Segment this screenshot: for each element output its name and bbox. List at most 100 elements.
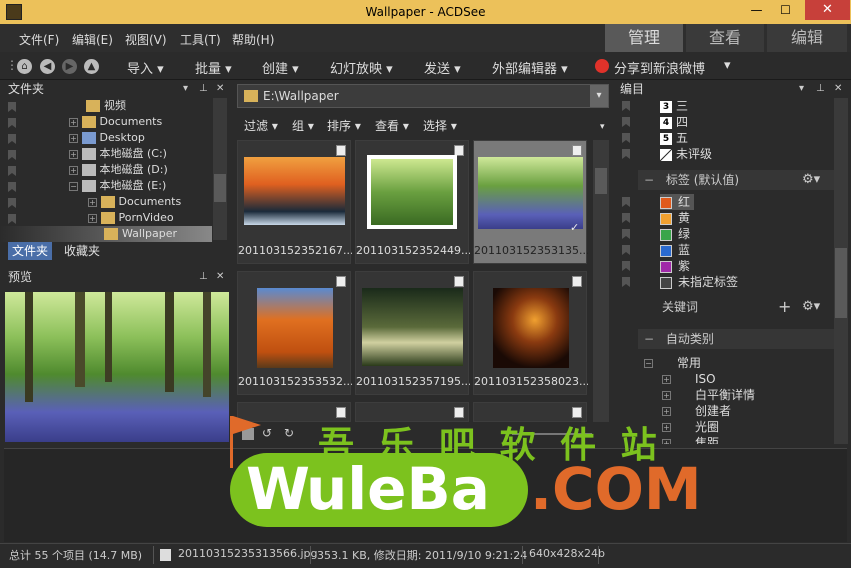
folder-icon	[86, 100, 100, 112]
mode-manage-tab[interactable]: 管理	[605, 24, 683, 52]
auto-item-focal[interactable]: + 焦距	[662, 435, 719, 444]
label-item-blue[interactable]: 蓝	[660, 242, 690, 258]
maximize-button[interactable]: ☐	[772, 0, 799, 20]
folder-scroll-thumb[interactable]	[214, 174, 226, 202]
rotate-right-icon[interactable]: ↻	[284, 426, 294, 440]
thumbnail[interactable]: 201103152353532...	[237, 271, 352, 395]
label-item-unassigned[interactable]: 未指定标签	[660, 274, 738, 290]
thumbnail[interactable]: 201103152352449...	[355, 140, 470, 264]
up-icon[interactable]: ▲	[84, 59, 99, 74]
home-icon[interactable]: ⌂	[17, 59, 32, 74]
close-button[interactable]: ✕	[805, 0, 850, 20]
file-icon	[336, 276, 346, 287]
labels-section-header[interactable]: − 标签 (默认值) ⚙▾	[638, 170, 835, 190]
minimize-button[interactable]: —	[743, 0, 770, 20]
auto-item-whitebalance[interactable]: + 白平衡详情	[662, 387, 755, 403]
menu-view[interactable]: 视图(V)	[125, 31, 167, 48]
watermark-logo-com: .COM	[530, 455, 702, 523]
path-bar[interactable]: E:\Wallpaper ▾	[237, 84, 609, 108]
group-menu[interactable]: 组 ▾	[292, 117, 314, 134]
filter-menu[interactable]: 过滤 ▾	[244, 117, 278, 134]
app-icon[interactable]	[6, 4, 22, 20]
thumbnail-selected[interactable]: ✓ 201103152353135...	[473, 140, 588, 264]
send-menu[interactable]: 发送 ▾	[424, 58, 461, 77]
folder-icon	[104, 228, 118, 240]
tab-favorites[interactable]: 收藏夹	[60, 242, 104, 260]
create-menu[interactable]: 创建 ▾	[262, 58, 299, 77]
folder-scrollbar[interactable]	[213, 98, 227, 240]
gear-icon[interactable]: ⚙▾	[802, 297, 820, 317]
tree-item-documents[interactable]: + Documents	[69, 114, 162, 130]
tree-item-wallpaper[interactable]: Wallpaper	[0, 226, 212, 242]
menu-help[interactable]: 帮助(H)	[232, 31, 274, 48]
pin-icon[interactable]: ⊥	[199, 268, 208, 286]
file-icon	[572, 276, 582, 287]
drive-icon	[81, 164, 96, 176]
browser-options-icon[interactable]: ▾	[600, 122, 605, 132]
tree-item-drive-d[interactable]: + 本地磁盘 (D:)	[69, 162, 168, 178]
rotate-left-icon[interactable]: ↺	[262, 426, 272, 440]
catalog-title: 编目	[620, 82, 645, 96]
menu-tools[interactable]: 工具(T)	[180, 31, 221, 48]
auto-item-aperture[interactable]: + 光圈	[662, 419, 719, 435]
panel-close-icon[interactable]: ✕	[216, 80, 224, 98]
status-filename: 20110315235313566.jpg	[178, 547, 318, 560]
slideshow-menu[interactable]: 幻灯放映 ▾	[330, 58, 393, 77]
tree-item-drive-e[interactable]: − 本地磁盘 (E:)	[69, 178, 166, 194]
view-menu[interactable]: 查看 ▾	[375, 117, 409, 134]
panel-close-icon[interactable]: ✕	[834, 80, 842, 98]
pin-icon[interactable]: ⊥	[816, 80, 825, 98]
title-bar: Wallpaper - ACDSee	[0, 0, 851, 24]
panel-close-icon[interactable]: ✕	[216, 268, 224, 286]
external-editor-menu[interactable]: 外部编辑器 ▾	[492, 58, 568, 77]
panel-dropdown-icon[interactable]: ▾	[183, 80, 188, 98]
label-item-purple[interactable]: 紫	[660, 258, 690, 274]
path-dropdown-icon[interactable]: ▾	[590, 85, 608, 107]
rating-item-5[interactable]: 5五	[660, 130, 688, 146]
tab-folders[interactable]: 文件夹	[8, 242, 53, 260]
keywords-section-header[interactable]: 关键词 + ⚙▾	[638, 297, 835, 317]
mode-edit-tab[interactable]: 编辑	[767, 24, 847, 52]
auto-item-creator[interactable]: + 创建者	[662, 403, 731, 419]
batch-menu[interactable]: 批量 ▾	[195, 58, 232, 77]
label-item-green[interactable]: 绿	[660, 226, 690, 242]
browser-scroll-thumb[interactable]	[595, 168, 607, 194]
thumbnail[interactable]: 201103152358023...	[473, 271, 588, 395]
preview-title: 预览	[8, 270, 33, 284]
tree-item-desktop[interactable]: + Desktop	[69, 130, 145, 146]
menu-file[interactable]: 文件(F)	[19, 31, 59, 48]
rating-item-unrated[interactable]: 未评级	[660, 146, 712, 162]
auto-item-iso[interactable]: + ISO	[662, 371, 716, 387]
checkmark-icon: ✓	[570, 221, 580, 234]
share-dropdown-icon[interactable]: ▾	[724, 58, 731, 73]
catalog-scrollbar[interactable]	[834, 98, 848, 444]
browser-scrollbar[interactable]	[593, 140, 609, 422]
label-item-yellow[interactable]: 黄	[660, 210, 690, 226]
file-icon	[572, 145, 582, 156]
auto-group-common[interactable]: − 常用	[644, 355, 701, 371]
mode-view-tab[interactable]: 查看	[686, 24, 764, 52]
select-menu[interactable]: 选择 ▾	[423, 117, 457, 134]
menu-edit[interactable]: 编辑(E)	[72, 31, 113, 48]
share-weibo-button[interactable]: 分享到新浪微博	[614, 58, 705, 77]
auto-categories-header[interactable]: − 自动类别	[638, 329, 835, 349]
panel-dropdown-icon[interactable]: ▾	[799, 80, 804, 98]
import-menu[interactable]: 导入 ▾	[127, 58, 164, 77]
add-icon[interactable]: +	[778, 297, 791, 317]
tree-item-drive-c[interactable]: + 本地磁盘 (C:)	[69, 146, 167, 162]
thumbnail[interactable]: 201103152357195...	[355, 271, 470, 395]
pin-icon[interactable]: ⊥	[199, 80, 208, 98]
rating-item-3[interactable]: 3三	[660, 98, 688, 114]
tree-item-pornvideo[interactable]: + PornVideo	[88, 210, 174, 226]
tree-item-e-documents[interactable]: + Documents	[88, 194, 181, 210]
folders-panel-header: 文件夹 ▾ ⊥ ✕	[0, 80, 232, 98]
forward-icon[interactable]: ▶	[62, 59, 77, 74]
back-icon[interactable]: ◀	[40, 59, 55, 74]
sort-menu[interactable]: 排序 ▾	[327, 117, 361, 134]
rating-item-4[interactable]: 4四	[660, 114, 688, 130]
gear-icon[interactable]: ⚙▾	[802, 170, 820, 190]
tree-item-videos[interactable]: 视频	[86, 98, 126, 114]
label-item-red[interactable]: 红	[660, 194, 695, 210]
thumbnail[interactable]: 201103152352167...	[237, 140, 352, 264]
catalog-scroll-thumb[interactable]	[835, 248, 847, 318]
